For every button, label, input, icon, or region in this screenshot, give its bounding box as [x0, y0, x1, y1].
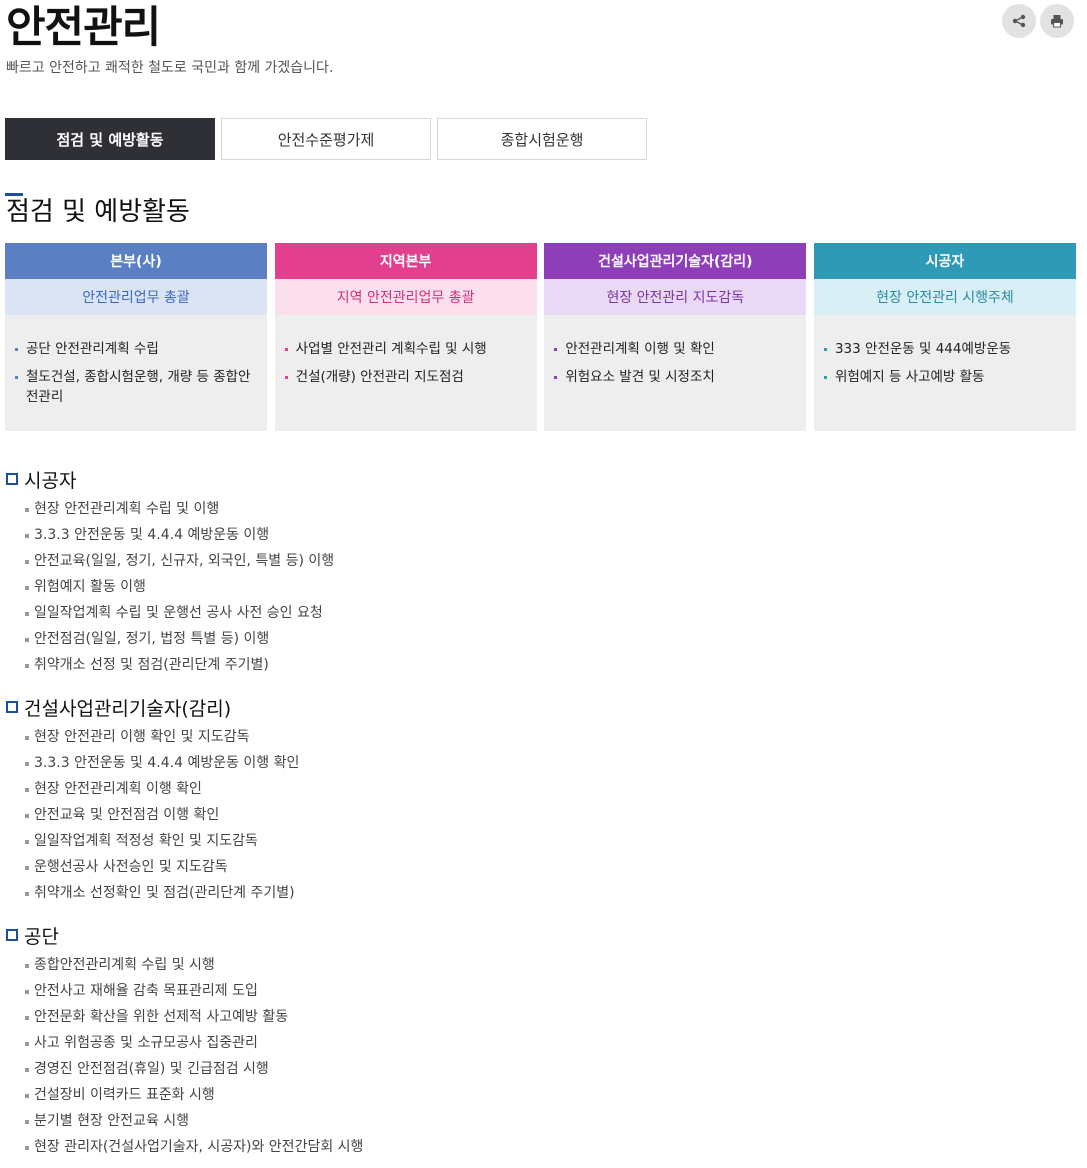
role-block: 시공자 현장 안전관리계획 수립 및 이행 3.3.3 안전운동 및 4.4.4… [6, 466, 334, 678]
org-column: 본부(사) 안전관리업무 총괄 공단 안전관리계획 수립 철도건설, 종합시험운… [5, 243, 267, 431]
list-item: 현장 안전관리계획 이행 확인 [6, 776, 299, 802]
list-item: 위험예지 활동 이행 [6, 574, 334, 600]
page-description: 빠르고 안전하고 쾌적한 철도로 국민과 함께 가겠습니다. [6, 60, 334, 76]
square-bullet-icon [6, 701, 18, 713]
org-item: 공단 안전관리계획 수립 [15, 339, 257, 359]
list-item: 운행선공사 사전승인 및 지도감독 [6, 854, 299, 880]
org-item: 333 안전운동 및 444예방운동 [823, 339, 1066, 359]
org-column-subtitle: 지역 안전관리업무 총괄 [274, 279, 537, 315]
org-column-body: 사업별 안전관리 계획수립 및 시행 건설(개량) 안전관리 지도점검 [274, 315, 537, 431]
section-title: 점검 및 예방활동 [6, 197, 190, 227]
role-block: 공단 종합안전관리계획 수립 및 시행 안전사고 재해율 감축 목표관리제 도입… [6, 922, 363, 1160]
org-column-body: 333 안전운동 및 444예방운동 위험예지 등 사고예방 활동 [813, 315, 1076, 431]
tab-bar: 점검 및 예방활동 안전수준평가제 종합시험운행 [5, 118, 653, 160]
org-column: 건설사업관리기술자(감리) 현장 안전관리 지도감독 안전관리계획 이행 및 확… [544, 243, 807, 431]
list-item: 현장 안전관리 이행 확인 및 지도감독 [6, 724, 299, 750]
org-column-subtitle: 현장 안전관리 시행주체 [813, 279, 1076, 315]
org-column-body: 공단 안전관리계획 수립 철도건설, 종합시험운행, 개량 등 종합안전관리 [5, 315, 267, 431]
tab-item[interactable]: 점검 및 예방활동 [5, 118, 215, 160]
list-item: 경영진 안전점검(휴일) 및 긴급점검 시행 [6, 1056, 363, 1082]
list-item: 3.3.3 안전운동 및 4.4.4 예방운동 이행 [6, 522, 334, 548]
list-item: 안전교육 및 안전점검 이행 확인 [6, 802, 299, 828]
tab-item[interactable]: 안전수준평가제 [221, 118, 431, 160]
square-bullet-icon [6, 473, 18, 485]
share-button[interactable] [1002, 4, 1036, 38]
org-item: 안전관리계획 이행 및 확인 [554, 339, 796, 359]
list-item: 사고 위험공종 및 소규모공사 집중관리 [6, 1030, 363, 1056]
org-column-subtitle: 현장 안전관리 지도감독 [544, 279, 807, 315]
square-bullet-icon [6, 929, 18, 941]
list-item: 일일작업계획 수립 및 운행선 공사 사전 승인 요청 [6, 600, 334, 626]
list-item: 안전사고 재해율 감축 목표관리제 도입 [6, 978, 363, 1004]
print-button[interactable] [1040, 4, 1074, 38]
block-title: 건설사업관리기술자(감리) [24, 697, 232, 720]
page-title: 안전관리 [6, 3, 161, 53]
org-column-title: 시공자 [813, 243, 1076, 279]
print-icon [1051, 15, 1063, 28]
block-title: 시공자 [24, 469, 77, 492]
org-item: 철도건설, 종합시험운행, 개량 등 종합안전관리 [15, 367, 257, 407]
tab-item[interactable]: 종합시험운행 [437, 118, 647, 160]
list-item: 현장 관리자(건설사업기술자, 시공자)와 안전간담회 시행 [6, 1134, 363, 1160]
org-column: 시공자 현장 안전관리 시행주체 333 안전운동 및 444예방운동 위험예지… [813, 243, 1076, 431]
list-item: 3.3.3 안전운동 및 4.4.4 예방운동 이행 확인 [6, 750, 299, 776]
org-column: 지역본부 지역 안전관리업무 총괄 사업별 안전관리 계획수립 및 시행 건설(… [274, 243, 537, 431]
block-title: 공단 [24, 925, 59, 948]
list-item: 종합안전관리계획 수립 및 시행 [6, 952, 363, 978]
list-item: 안전교육(일일, 정기, 신규자, 외국인, 특별 등) 이행 [6, 548, 334, 574]
org-item: 위험예지 등 사고예방 활동 [823, 367, 1066, 387]
org-item: 건설(개량) 안전관리 지도점검 [284, 367, 527, 387]
list-item: 취약개소 선정 및 점검(관리단계 주기별) [6, 652, 334, 678]
org-column-subtitle: 안전관리업무 총괄 [5, 279, 267, 315]
org-column-title: 지역본부 [274, 243, 537, 279]
list-item: 취약개소 선정확인 및 점검(관리단계 주기별) [6, 880, 299, 906]
list-item: 안전점검(일일, 정기, 법정 특별 등) 이행 [6, 626, 334, 652]
list-item: 분기별 현장 안전교육 시행 [6, 1108, 363, 1134]
share-icon [1012, 14, 1026, 28]
org-chart: 본부(사) 안전관리업무 총괄 공단 안전관리계획 수립 철도건설, 종합시험운… [5, 243, 1076, 431]
org-column-body: 안전관리계획 이행 및 확인 위험요소 발견 및 시정조치 [544, 315, 807, 431]
org-column-title: 건설사업관리기술자(감리) [544, 243, 807, 279]
list-item: 안전문화 확산을 위한 선제적 사고예방 활동 [6, 1004, 363, 1030]
org-column-title: 본부(사) [5, 243, 267, 279]
role-block: 건설사업관리기술자(감리) 현장 안전관리 이행 확인 및 지도감독 3.3.3… [6, 694, 299, 906]
list-item: 현장 안전관리계획 수립 및 이행 [6, 496, 334, 522]
org-item: 사업별 안전관리 계획수립 및 시행 [284, 339, 527, 359]
list-item: 일일작업계획 적정성 확인 및 지도감독 [6, 828, 299, 854]
org-item: 위험요소 발견 및 시정조치 [554, 367, 796, 387]
list-item: 건설장비 이력카드 표준화 시행 [6, 1082, 363, 1108]
